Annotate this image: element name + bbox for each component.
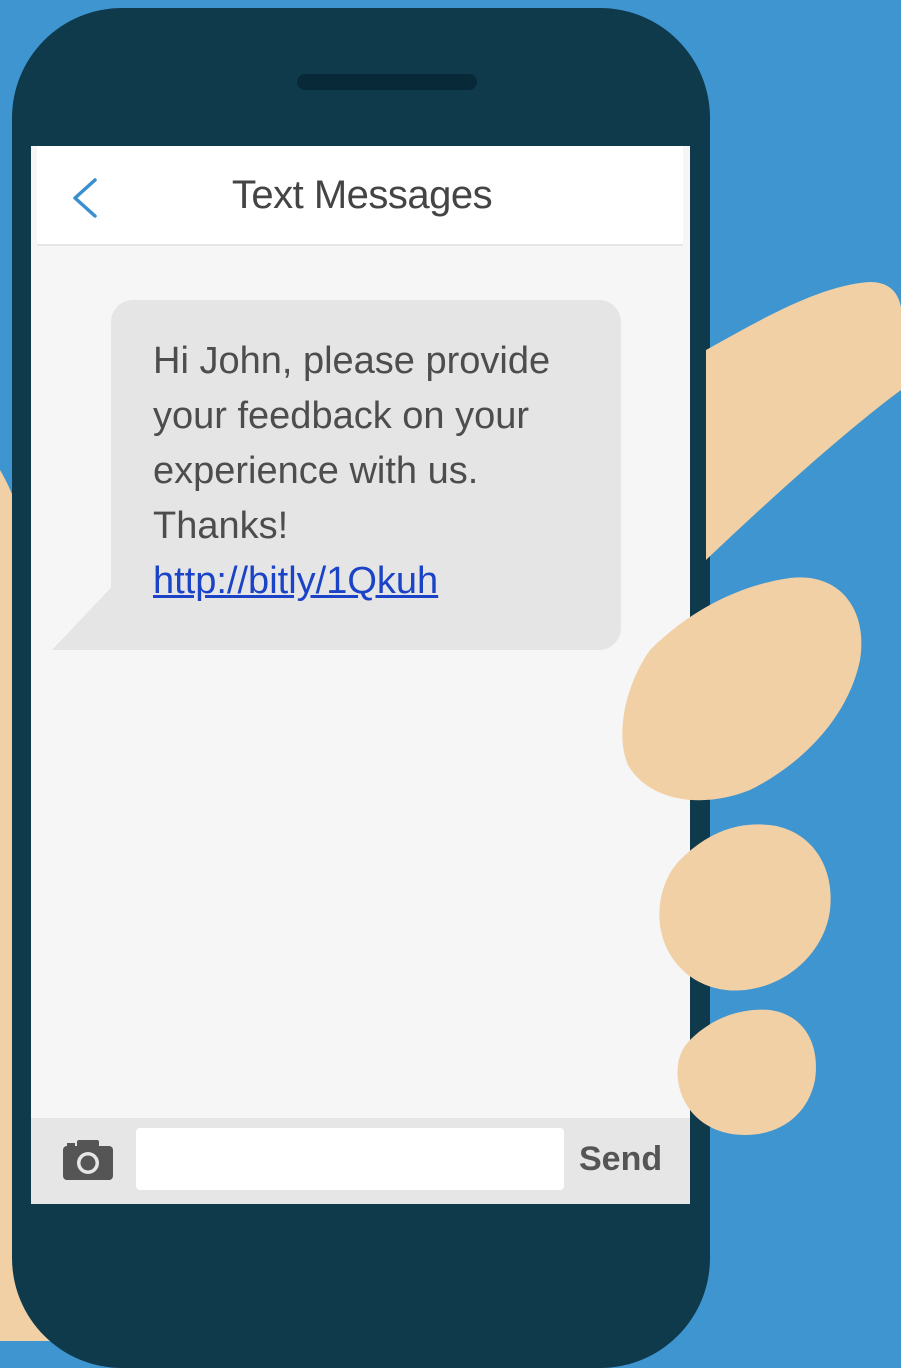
hand-fingers-illustration bbox=[622, 282, 901, 1135]
illustration-scene: Text Messages Hi John, please provide yo… bbox=[0, 0, 901, 1368]
